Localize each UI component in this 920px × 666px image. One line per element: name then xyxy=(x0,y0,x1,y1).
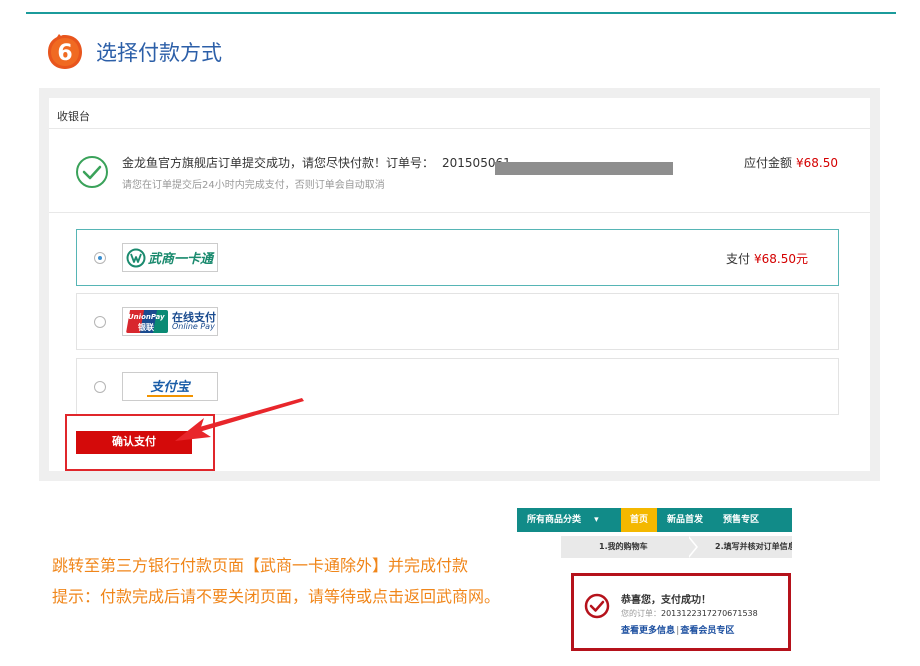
payment-option-unionpay[interactable]: UnionPay 银联 在线支付 Online Pay xyxy=(76,293,839,350)
radio-alipay[interactable] xyxy=(94,381,106,393)
preview-step-2: 2.填写并核对订单信息 xyxy=(715,542,792,551)
preview-nav-bar: 所有商品分类 ▾ 首页 新品首发 预售专区 xyxy=(517,508,792,532)
success-page-preview: 所有商品分类 ▾ 首页 新品首发 预售专区 1.我的购物车 2.填写并核对订单信… xyxy=(517,508,792,658)
preview-nav-new: 新品首发 xyxy=(667,515,704,525)
preview-success-box: 恭喜您，支付成功！ 您的订单：20131223172706715​38 查看更多… xyxy=(571,573,791,651)
step-number: 6 xyxy=(57,41,72,66)
check-circle-icon xyxy=(75,155,109,189)
order-subtext: 请您在订单提交后24小时内完成支付，否则订单会自动取消 xyxy=(122,180,385,191)
confirm-pay-button[interactable]: 确认支付 xyxy=(76,431,192,454)
unionpay-en-text: Online Pay xyxy=(172,322,215,331)
radio-wushang[interactable] xyxy=(94,252,106,264)
preview-order-label: 您的订单： xyxy=(621,609,661,618)
tip-instruction: 提示：付款完成后请不要关闭页面，请等待或点击返回武商网。 xyxy=(52,587,501,606)
preview-order-line: 您的订单：20131223172706715​38 xyxy=(621,608,758,619)
alipay-logo[interactable]: 支付宝 xyxy=(122,372,218,401)
payment-option-alipay[interactable]: 支付宝 xyxy=(76,358,839,415)
payment-option-wushang[interactable]: 武商一卡通 支付 ¥68.50元 xyxy=(76,229,839,286)
divider xyxy=(49,212,870,213)
preview-success-title: 恭喜您，支付成功！ xyxy=(621,595,711,606)
alipay-logo-text: 支付宝 xyxy=(147,376,193,397)
preview-links: 查看更多信息|查看会员专区 xyxy=(621,623,734,636)
cashier-label: 收银台 xyxy=(57,110,90,123)
preview-step-1: 1.我的购物车 xyxy=(599,542,648,551)
preview-link-separator: | xyxy=(676,626,680,636)
step-header: 6 选择付款方式 xyxy=(46,32,222,72)
redacted-order-number xyxy=(495,162,673,175)
wushang-logo[interactable]: 武商一卡通 xyxy=(122,243,218,272)
radio-unionpay[interactable] xyxy=(94,316,106,328)
number-badge-icon: 6 xyxy=(46,33,84,71)
payment-amount: 支付 ¥68.50元 xyxy=(726,250,808,267)
amount-due-label: 应付金额 xyxy=(743,156,792,170)
cashier-panel: 收银台 金龙鱼官方旗舰店订单提交成功，请您尽快付款！订单号： 201505061 … xyxy=(39,88,880,481)
preview-order-number: 20131223172706715​38 xyxy=(661,609,758,618)
order-message-text: 金龙鱼官方旗舰店订单提交成功，请您尽快付款！订单号： xyxy=(122,156,435,170)
cashier-content: 收银台 金龙鱼官方旗舰店订单提交成功，请您尽快付款！订单号： 201505061 … xyxy=(49,98,870,471)
redirect-instruction: 跳转至第三方银行付款页面【武商一卡通除外】并完成付款 xyxy=(52,556,469,575)
unionpay-logo[interactable]: UnionPay 银联 在线支付 Online Pay xyxy=(122,307,218,336)
preview-nav-home: 首页 xyxy=(621,508,658,532)
pay-amount-value: ¥68.50元 xyxy=(754,252,808,266)
divider xyxy=(49,128,870,129)
step-separator-inner xyxy=(687,536,696,558)
preview-steps: 1.我的购物车 2.填写并核对订单信息 xyxy=(561,536,792,558)
top-divider xyxy=(26,12,896,14)
preview-link-member: 查看会员专区 xyxy=(680,626,735,636)
wushang-logo-text: 武商一卡通 xyxy=(148,252,214,267)
chevron-down-icon: ▾ xyxy=(594,515,599,525)
step-title: 选择付款方式 xyxy=(96,41,222,65)
preview-nav-presale: 预售专区 xyxy=(723,515,760,525)
amount-due: 应付金额 ¥68.50 xyxy=(744,154,838,171)
amount-due-value: ¥68.50 xyxy=(796,156,838,170)
wushang-logo-icon xyxy=(126,248,146,267)
check-circle-icon xyxy=(584,593,610,619)
order-message: 金龙鱼官方旗舰店订单提交成功，请您尽快付款！订单号： 201505061 xyxy=(122,154,511,171)
preview-link-more: 查看更多信息 xyxy=(621,626,676,636)
pay-label: 支付 xyxy=(725,252,750,266)
unionpay-card-icon: UnionPay 银联 xyxy=(126,310,168,333)
preview-nav-all-categories: 所有商品分类 ▾ xyxy=(527,515,599,525)
